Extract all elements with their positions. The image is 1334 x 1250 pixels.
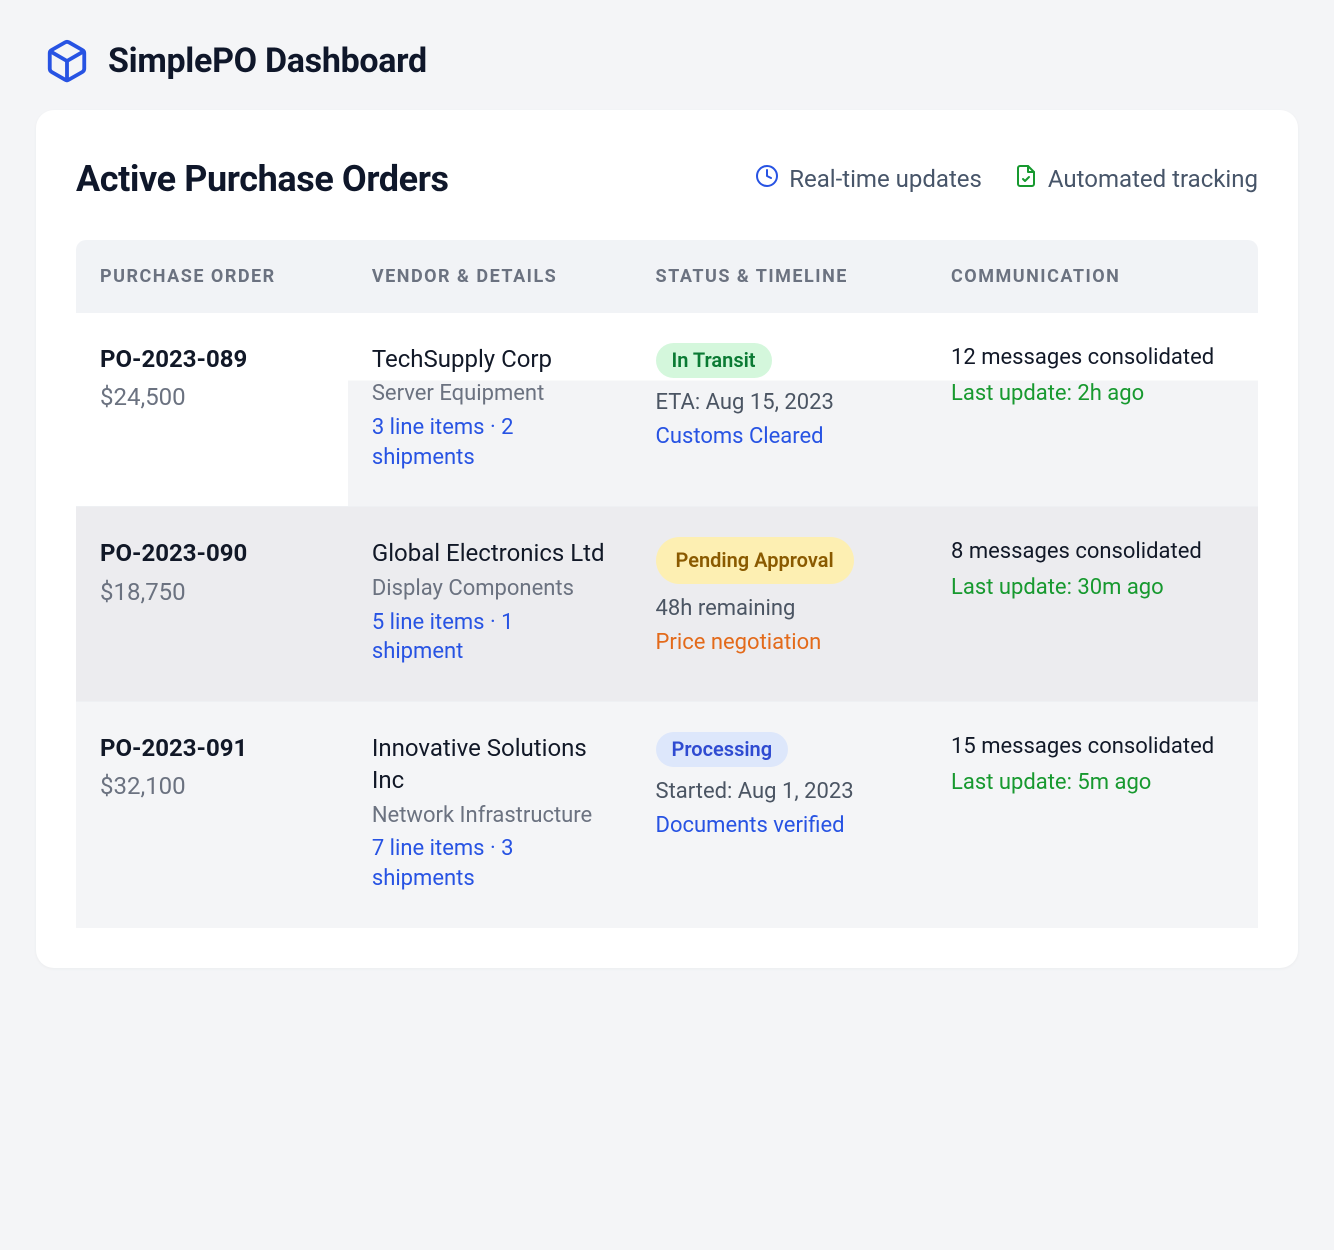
vendor-name: Innovative Solutions Inc — [372, 732, 608, 797]
realtime-indicator: Real-time updates — [755, 164, 982, 194]
vendor-name: TechSupply Corp — [372, 343, 608, 375]
table-row[interactable]: PO-2023-091 $32,100 Innovative Solutions I… — [76, 701, 1258, 927]
status-badge: Processing — [656, 732, 789, 767]
po-id: PO-2023-091 — [100, 732, 324, 764]
app-title: SimplePO Dashboard — [108, 41, 427, 81]
status-note: Customs Cleared — [656, 422, 904, 452]
col-vendor: VENDOR & DETAILS — [348, 240, 632, 313]
vendor-meta[interactable]: 3 line items · 2 shipments — [372, 413, 608, 472]
comm-last-update: Last update: 5m ago — [951, 768, 1234, 798]
po-id: PO-2023-090 — [100, 537, 324, 569]
comm-last-update: Last update: 30m ago — [951, 573, 1234, 603]
table-header-row: PURCHASE ORDER VENDOR & DETAILS STATUS &… — [76, 240, 1258, 313]
orders-table: PURCHASE ORDER VENDOR & DETAILS STATUS &… — [76, 240, 1258, 928]
status-subtext: ETA: Aug 15, 2023 — [656, 388, 904, 418]
po-amount: $18,750 — [100, 576, 324, 608]
table-row[interactable]: PO-2023-089 $24,500 TechSupply Corp Server … — [76, 313, 1258, 507]
status-badge: Pending Approval — [656, 537, 854, 584]
clock-icon — [755, 164, 779, 194]
status-note: Documents verified — [656, 811, 904, 841]
box-logo-icon — [44, 38, 90, 84]
table-row[interactable]: PO-2023-090 $18,750 Global Electronics Ltd… — [76, 507, 1258, 701]
comm-summary: 8 messages consolidated — [951, 537, 1234, 567]
status-subtext: 48h remaining — [656, 594, 904, 624]
comm-summary: 12 messages consolidated — [951, 343, 1234, 373]
vendor-desc: Network Infrastructure — [372, 801, 608, 831]
card-title: Active Purchase Orders — [76, 158, 719, 200]
orders-card: Active Purchase Orders Real-time updates — [36, 110, 1298, 968]
status-subtext: Started: Aug 1, 2023 — [656, 777, 904, 807]
tracking-label: Automated tracking — [1048, 165, 1258, 193]
status-badge: In Transit — [656, 343, 772, 378]
file-check-icon — [1014, 164, 1038, 194]
vendor-meta[interactable]: 5 line items · 1 shipment — [372, 608, 608, 667]
card-header: Active Purchase Orders Real-time updates — [76, 158, 1258, 200]
po-amount: $24,500 — [100, 381, 324, 413]
po-amount: $32,100 — [100, 770, 324, 802]
status-note: Price negotiation — [656, 628, 904, 658]
comm-last-update: Last update: 2h ago — [951, 379, 1234, 409]
realtime-label: Real-time updates — [789, 165, 982, 193]
card-indicators: Real-time updates Automated tracking — [755, 164, 1258, 194]
po-id: PO-2023-089 — [100, 343, 324, 375]
col-comm: COMMUNICATION — [927, 240, 1258, 313]
vendor-name: Global Electronics Ltd — [372, 537, 608, 569]
vendor-meta[interactable]: 7 line items · 3 shipments — [372, 834, 608, 893]
app-header: SimplePO Dashboard — [0, 0, 1334, 110]
vendor-desc: Display Components — [372, 574, 608, 604]
tracking-indicator: Automated tracking — [1014, 164, 1258, 194]
col-po: PURCHASE ORDER — [76, 240, 348, 313]
vendor-desc: Server Equipment — [372, 379, 608, 409]
comm-summary: 15 messages consolidated — [951, 732, 1234, 762]
col-status: STATUS & TIMELINE — [632, 240, 928, 313]
